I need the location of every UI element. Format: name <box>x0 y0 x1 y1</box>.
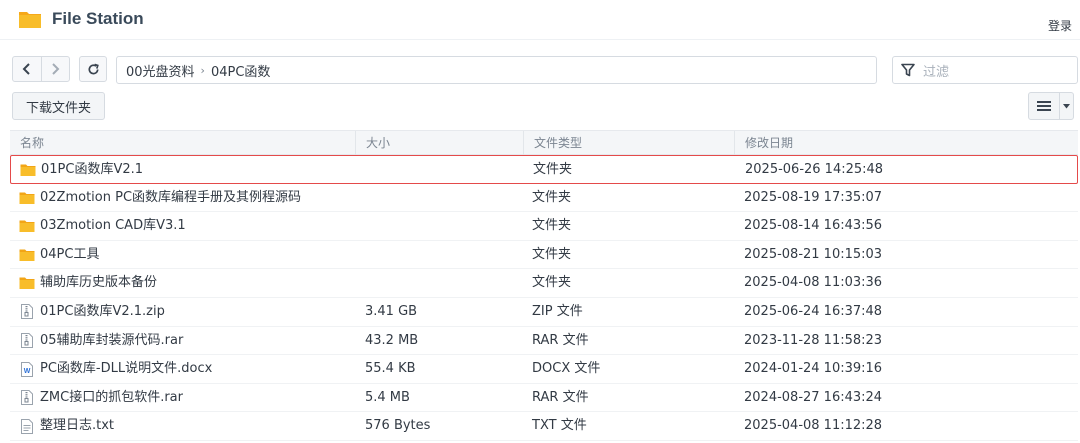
file-name-cell: 01PC函数库V2.1 <box>20 156 143 184</box>
file-modified-date: 2025-04-08 11:03:36 <box>744 275 883 291</box>
list-icon <box>1037 101 1051 111</box>
refresh-icon <box>88 63 99 74</box>
table-body: 01PC函数库V2.1 文件夹 2025-06-26 14:25:48 02Zmoti… <box>10 155 1078 441</box>
file-name-cell: 辅助库历史版本备份 <box>19 269 157 297</box>
file-modified-date: 2024-01-24 10:39:16 <box>744 361 883 377</box>
filter-icon <box>901 63 915 77</box>
folder-icon <box>20 162 36 178</box>
table-row[interactable]: 04PC工具 文件夹 2025-08-21 10:15:03 <box>10 241 1078 270</box>
breadcrumb-item-current[interactable]: 04PC函数 <box>211 61 270 80</box>
table-row[interactable]: 02Zmotion PC函数库编程手册及其例程源码 文件夹 2025-08-19 1… <box>10 184 1078 213</box>
breadcrumb: 00光盘资料 › 04PC函数 <box>116 56 877 84</box>
file-modified-date: 2025-06-26 14:25:48 <box>745 162 884 177</box>
toolbar: 00光盘资料 › 04PC函数 过滤 下载文件夹 <box>0 40 1080 130</box>
file-name[interactable]: PC函数库-DLL说明文件.docx <box>40 355 212 383</box>
file-name[interactable]: 01PC函数库V2.1 <box>41 156 143 184</box>
filter-input[interactable]: 过滤 <box>892 56 1078 84</box>
folder-icon <box>19 275 35 291</box>
file-name-cell: 01PC函数库V2.1.zip <box>19 298 165 326</box>
table-row[interactable]: 03Zmotion CAD库V3.1 文件夹 2025-08-14 16:43:56 <box>10 212 1078 241</box>
column-header-type[interactable]: 文件类型 <box>523 131 734 155</box>
file-type: 文件夹 <box>532 246 572 262</box>
table-row[interactable]: 05辅助库封装源代码.rar 43.2 MB RAR 文件 2023-11-28 11… <box>10 327 1078 356</box>
history-nav <box>12 56 70 82</box>
title-bar: File Station 登录 <box>0 0 1080 40</box>
file-type: DOCX 文件 <box>532 361 601 377</box>
file-name[interactable]: 辅助库历史版本备份 <box>40 269 157 297</box>
view-mode-control <box>1028 92 1074 120</box>
archive-icon <box>19 304 35 320</box>
text-file-icon <box>19 418 35 434</box>
file-modified-date: 2025-04-08 11:12:28 <box>744 418 883 434</box>
file-size: 3.41 GB <box>365 303 418 319</box>
file-type: 文件夹 <box>533 162 573 177</box>
file-name[interactable]: 03Zmotion CAD库V3.1 <box>40 212 186 240</box>
file-type: 文件夹 <box>532 189 572 205</box>
column-header-name[interactable]: 名称 <box>10 131 355 155</box>
file-name-cell: 02Zmotion PC函数库编程手册及其例程源码 <box>19 184 301 212</box>
forward-button[interactable] <box>40 57 69 81</box>
breadcrumb-item-root[interactable]: 00光盘资料 <box>126 61 195 80</box>
table-row[interactable]: 整理日志.txt 576 Bytes TXT 文件 2025-04-08 11:12:… <box>10 412 1078 441</box>
file-modified-date: 2025-08-21 10:15:03 <box>744 246 883 262</box>
archive-icon <box>19 333 35 349</box>
login-link[interactable]: 登录 <box>1048 17 1072 34</box>
file-modified-date: 2025-08-19 17:35:07 <box>744 189 883 205</box>
file-name-cell: 04PC工具 <box>19 241 99 269</box>
file-name-cell: 05辅助库封装源代码.rar <box>19 327 183 355</box>
file-type: 文件夹 <box>532 275 572 291</box>
file-type: 文件夹 <box>532 218 572 234</box>
file-size: 5.4 MB <box>365 389 410 405</box>
file-modified-date: 2025-06-24 16:37:48 <box>744 303 883 319</box>
download-folder-button[interactable]: 下载文件夹 <box>12 92 106 120</box>
folder-icon <box>19 247 35 263</box>
file-name[interactable]: 整理日志.txt <box>40 412 114 440</box>
table-row[interactable]: 辅助库历史版本备份 文件夹 2025-04-08 11:03:36 <box>10 269 1078 298</box>
column-header-size[interactable]: 大小 <box>355 131 523 155</box>
table-header: 名称 大小 文件类型 修改日期 <box>10 130 1078 155</box>
file-name-cell: W PC函数库-DLL说明文件.docx <box>19 355 212 383</box>
list-view-button[interactable] <box>1029 93 1059 119</box>
file-type: ZIP 文件 <box>532 303 583 319</box>
view-options-dropdown[interactable] <box>1059 93 1073 119</box>
file-size: 576 Bytes <box>365 418 431 434</box>
file-name[interactable]: 05辅助库封装源代码.rar <box>40 327 183 355</box>
table-row[interactable]: W PC函数库-DLL说明文件.docx 55.4 KB DOCX 文件 2024-01… <box>10 355 1078 384</box>
filter-placeholder: 过滤 <box>923 64 950 80</box>
chevron-left-icon <box>22 63 30 75</box>
refresh-button[interactable] <box>79 56 107 82</box>
file-name[interactable]: 04PC工具 <box>40 241 99 269</box>
file-type: RAR 文件 <box>532 389 589 405</box>
file-list: 名称 大小 文件类型 修改日期 01PC函数库V2.1 文件夹 2025-06-26… <box>10 130 1078 441</box>
file-name-cell: 整理日志.txt <box>19 412 114 440</box>
caret-down-icon <box>1063 103 1070 108</box>
file-name[interactable]: ZMC接口的抓包软件.rar <box>40 384 183 412</box>
file-modified-date: 2025-08-14 16:43:56 <box>744 218 883 234</box>
file-type: TXT 文件 <box>532 418 587 434</box>
archive-icon <box>19 390 35 406</box>
chevron-right-icon <box>52 63 60 75</box>
column-header-date[interactable]: 修改日期 <box>734 131 1078 155</box>
file-name[interactable]: 02Zmotion PC函数库编程手册及其例程源码 <box>40 184 301 212</box>
folder-icon <box>19 218 35 234</box>
breadcrumb-separator: › <box>200 63 205 77</box>
file-type: RAR 文件 <box>532 332 589 348</box>
table-row[interactable]: ZMC接口的抓包软件.rar 5.4 MB RAR 文件 2024-08-27 16:… <box>10 384 1078 413</box>
file-modified-date: 2023-11-28 11:58:23 <box>744 332 883 348</box>
file-size: 43.2 MB <box>365 332 419 348</box>
word-doc-icon: W <box>19 361 35 377</box>
app-title: File Station <box>52 9 144 28</box>
file-size: 55.4 KB <box>365 361 416 377</box>
table-row[interactable]: 01PC函数库V2.1.zip 3.41 GB ZIP 文件 2025-06-24 1… <box>10 298 1078 327</box>
table-row[interactable]: 01PC函数库V2.1 文件夹 2025-06-26 14:25:48 <box>10 155 1078 184</box>
back-button[interactable] <box>13 57 41 81</box>
file-name[interactable]: 01PC函数库V2.1.zip <box>40 298 165 326</box>
file-name-cell: ZMC接口的抓包软件.rar <box>19 384 183 412</box>
folder-icon <box>19 190 35 206</box>
folder-app-icon <box>18 9 42 29</box>
file-name-cell: 03Zmotion CAD库V3.1 <box>19 212 186 240</box>
file-modified-date: 2024-08-27 16:43:24 <box>744 389 883 405</box>
svg-text:W: W <box>24 368 31 375</box>
